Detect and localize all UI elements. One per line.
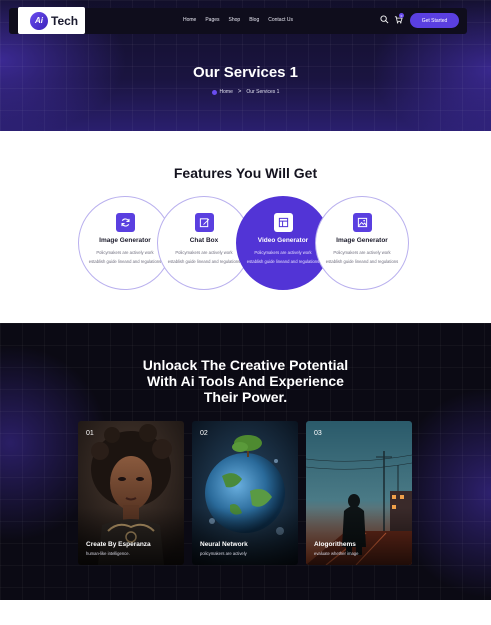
showcase-card-3[interactable]: 03 Alogorithems evaluate whether image: [306, 421, 412, 565]
showcase-heading-line-3: Their Power.: [203, 389, 288, 405]
feature-description: Policymakers are actively work establish…: [167, 250, 241, 264]
card-number: 02: [200, 430, 208, 437]
edit-icon: [194, 213, 214, 232]
card-title: Create By Esperanza: [86, 541, 151, 548]
showcase-heading: Unloack The Creative Potential With Ai T…: [0, 357, 491, 405]
feature-title: Image Generator: [336, 237, 388, 244]
card-subtitle: evaluate whether image: [314, 551, 359, 556]
card-number: 03: [314, 430, 322, 437]
get-started-button[interactable]: Get Started: [410, 13, 459, 28]
image-icon: [352, 213, 372, 232]
search-icon[interactable]: [380, 15, 389, 24]
nav-link-shop[interactable]: Shop: [229, 17, 241, 23]
cart-count-badge: 0: [399, 13, 404, 18]
feature-title: Image Generator: [99, 237, 151, 244]
feature-description: Policymakers are actively work establish…: [246, 250, 320, 264]
features-heading: Features You Will Get: [173, 165, 318, 181]
showcase-card-2[interactable]: 02 Neural Network policymakers are activ…: [192, 421, 298, 565]
nav-link-pages[interactable]: Pages: [205, 17, 219, 23]
refresh-icon: [115, 213, 135, 232]
logo[interactable]: Ai Tech: [18, 7, 85, 34]
breadcrumb-home[interactable]: Home: [220, 89, 233, 95]
card-title: Alogorithems: [314, 541, 356, 548]
layout-icon: [273, 213, 293, 232]
breadcrumb-dot-icon: [211, 89, 217, 95]
page-title: Our Services 1: [192, 64, 299, 81]
feature-image-generator-2[interactable]: Image Generator Policymakers are activel…: [315, 196, 409, 290]
breadcrumb-separator: >: [237, 89, 242, 95]
showcase-card-1[interactable]: 01 Create By Esperanza human-like intell…: [78, 421, 184, 565]
showcase-heading-line-1: Unloack The Creative Potential: [142, 357, 349, 373]
card-number: 01: [86, 430, 94, 437]
breadcrumb: Home > Our Services 1: [0, 89, 491, 95]
card-subtitle: policymakers are actively: [200, 551, 247, 556]
feature-title: Video Generator: [257, 237, 309, 244]
card-subtitle: human-like intelligence.: [86, 551, 130, 556]
breadcrumb-current: Our Services 1: [246, 89, 280, 95]
nav-link-contact[interactable]: Contact Us: [268, 17, 293, 23]
logo-text: Tech: [51, 13, 79, 28]
logo-mark-icon: Ai: [30, 11, 48, 30]
main-nav: Home Pages Shop Blog Contact Us: [183, 17, 302, 23]
nav-link-blog[interactable]: Blog: [249, 17, 259, 23]
feature-description: Policymakers are actively work establish…: [325, 250, 399, 264]
showcase-heading-line-2: With Ai Tools And Experience: [147, 373, 344, 389]
feature-title: Chat Box: [189, 237, 219, 244]
nav-link-home[interactable]: Home: [183, 17, 196, 23]
card-title: Neural Network: [200, 541, 248, 548]
feature-description: Policymakers are actively work establish…: [88, 250, 162, 264]
